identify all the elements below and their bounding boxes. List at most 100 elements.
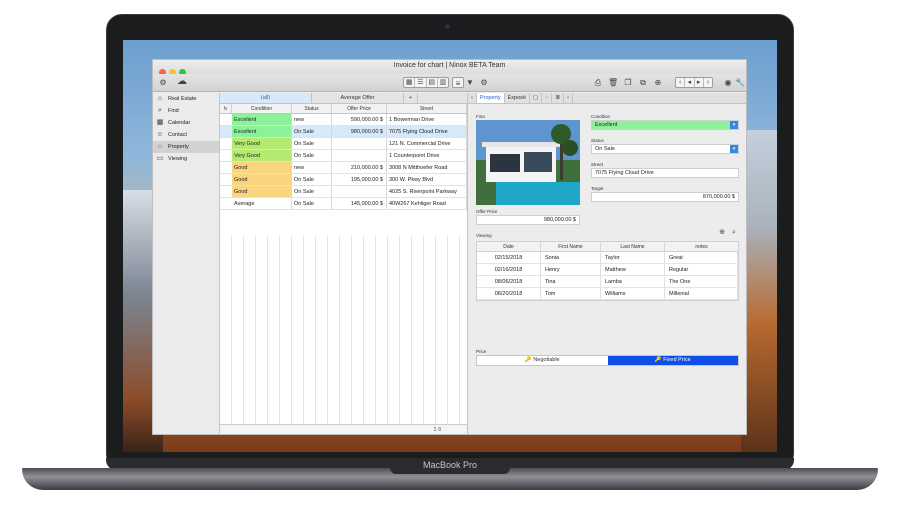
person-icon[interactable]: ◉ xyxy=(723,77,733,88)
add-icon[interactable]: ⊕ xyxy=(653,77,663,88)
sidebar-item-property[interactable]: ⌂ Property xyxy=(153,141,219,153)
column-header-date[interactable]: Date xyxy=(477,242,541,251)
notes-cell[interactable]: Millenial xyxy=(665,288,738,299)
date-cell[interactable]: 08/20/2018 xyxy=(477,288,541,299)
condition-cell[interactable]: Good xyxy=(232,174,292,185)
street-cell[interactable]: 300 W. Pkwy Blvd xyxy=(387,174,467,185)
settings-icon[interactable]: ⚙ xyxy=(157,77,169,88)
street-cell[interactable]: 1 Counterpoint Drive xyxy=(387,150,467,161)
comment-icon[interactable]: ◌ xyxy=(542,93,553,103)
refresh-icon[interactable]: ↻ xyxy=(220,104,232,113)
last-name-cell[interactable]: Taylor xyxy=(601,252,665,263)
document-icon[interactable]: ▢ xyxy=(530,93,543,103)
table-row[interactable]: 08/20/2018 Tom Williams Millenial xyxy=(477,288,738,300)
table-row[interactable]: Excellent On Sale 980,000.00 $7075 Flying … xyxy=(220,126,467,138)
offer-price-cell[interactable]: 210,000.00 $ xyxy=(332,162,387,173)
nav-last-icon[interactable]: › xyxy=(704,78,712,87)
offer-price-cell[interactable]: 590,000.00 $ xyxy=(332,114,387,125)
expand-icon[interactable]: ‹ xyxy=(564,93,573,103)
last-name-cell[interactable]: Williams xyxy=(601,288,665,299)
street-cell[interactable]: 40W267 Kehliger Road xyxy=(387,198,467,209)
first-name-cell[interactable]: Tom xyxy=(541,288,601,299)
condition-cell[interactable]: Very Good xyxy=(232,138,292,149)
status-cell[interactable]: On Sale xyxy=(292,186,332,197)
first-name-cell[interactable]: Tina xyxy=(541,276,601,287)
first-name-cell[interactable]: Henry xyxy=(541,264,601,275)
offer-price-cell[interactable]: 195,000.00 $ xyxy=(332,174,387,185)
date-cell[interactable]: 02/16/2018 xyxy=(477,264,541,275)
tab-property[interactable]: Property xyxy=(476,93,505,103)
nav-next-icon[interactable]: ▸ xyxy=(695,78,704,87)
record-navigation[interactable]: ‹ ◂ ▸ › xyxy=(675,77,713,88)
street-field[interactable]: 7075 Flying Cloud Drive xyxy=(591,168,739,178)
street-cell[interactable]: 7075 Flying Cloud Drive xyxy=(387,126,467,137)
offer-price-cell[interactable]: 145,000.00 $ xyxy=(332,198,387,209)
search-icon[interactable]: ⌕ xyxy=(730,227,738,238)
status-cell[interactable]: On Sale xyxy=(292,138,332,149)
tab-average-offer[interactable]: Average Offer xyxy=(312,93,404,103)
fixed-price-option[interactable]: 🔑 Fixed Price xyxy=(607,356,738,365)
column-header-first-name[interactable]: First Name xyxy=(541,242,601,251)
wrench-icon[interactable]: 🔧 xyxy=(735,77,745,88)
table-row[interactable]: 02/16/2018 Henry Matthew Regular xyxy=(477,264,738,276)
column-header-street[interactable]: Street xyxy=(387,104,467,113)
condition-cell[interactable]: Good xyxy=(232,186,292,197)
back-arrow-icon[interactable]: ‹ xyxy=(468,93,477,103)
date-cell[interactable]: 08/06/2018 xyxy=(477,276,541,287)
list-view-icon[interactable]: ☰ xyxy=(415,78,427,87)
street-cell[interactable]: 1 Bowerman Drive xyxy=(387,114,467,125)
sidebar-item-real-estate[interactable]: ⌂ Real Estate xyxy=(153,93,219,105)
condition-cell[interactable]: Average xyxy=(232,198,292,209)
street-cell[interactable]: 3008 N Mitthoefer Road xyxy=(387,162,467,173)
trash-icon[interactable]: 🗑 xyxy=(608,77,618,88)
table-row[interactable]: Very Good On Sale 121 N. Commercial Drive xyxy=(220,138,467,150)
form-view-icon[interactable]: ▤ xyxy=(427,78,438,87)
notes-cell[interactable]: Great xyxy=(665,252,738,263)
offer-price-field[interactable]: 980,000.00 $ xyxy=(476,215,580,225)
status-select[interactable]: On Sale ▾ xyxy=(591,144,739,154)
sidebar-item-viewing[interactable]: ▭ Viewing xyxy=(153,153,219,165)
add-viewing-icon[interactable]: ⊕ xyxy=(718,227,726,238)
sidebar-item-calendar[interactable]: ▦ Calendar xyxy=(153,117,219,129)
tab-all[interactable]: (all) xyxy=(220,93,312,103)
table-row[interactable]: Good On Sale 4025 S. Riverpoint Parkway xyxy=(220,186,467,198)
notes-cell[interactable]: Regular xyxy=(665,264,738,275)
negotiable-option[interactable]: 🔑 Negotiable xyxy=(477,356,608,365)
column-header-condition[interactable]: Condition xyxy=(232,104,292,113)
condition-cell[interactable]: Excellent xyxy=(232,126,292,137)
table-row[interactable]: 08/06/2018 Tina Lamba The One xyxy=(477,276,738,288)
column-header-status[interactable]: Status xyxy=(292,104,332,113)
add-tab-button[interactable]: + xyxy=(404,93,418,103)
status-cell[interactable]: On Sale xyxy=(292,126,332,137)
last-name-cell[interactable]: Matthew xyxy=(601,264,665,275)
offer-price-cell[interactable]: 980,000.00 $ xyxy=(332,126,387,137)
grid-view-icon[interactable]: ▦ xyxy=(404,78,416,87)
street-cell[interactable]: 121 N. Commercial Drive xyxy=(387,138,467,149)
offer-price-cell[interactable] xyxy=(332,150,387,161)
history-icon[interactable]: ≣ xyxy=(552,93,565,103)
last-name-cell[interactable]: Lamba xyxy=(601,276,665,287)
table-row[interactable]: Very Good On Sale 1 Counterpoint Drive xyxy=(220,150,467,162)
target-field[interactable]: 870,000.00 $ xyxy=(591,192,739,202)
filter-icon[interactable]: ▼ xyxy=(465,77,475,88)
status-cell[interactable]: new xyxy=(292,162,332,173)
view-switcher[interactable]: ▦ ☰ ▤ ▥ xyxy=(403,77,449,88)
date-cell[interactable]: 02/15/2018 xyxy=(477,252,541,263)
cloud-icon[interactable]: ☁ xyxy=(175,77,189,88)
status-cell[interactable]: On Sale xyxy=(292,174,332,185)
condition-cell[interactable]: Good xyxy=(232,162,292,173)
status-cell[interactable]: On Sale xyxy=(292,198,332,209)
street-cell[interactable]: 4025 S. Riverpoint Parkway xyxy=(387,186,467,197)
gear-icon[interactable]: ⚙ xyxy=(478,77,490,88)
status-cell[interactable]: new xyxy=(292,114,332,125)
nav-prev-icon[interactable]: ◂ xyxy=(685,78,695,87)
notes-cell[interactable]: The One xyxy=(665,276,738,287)
table-row[interactable]: Average On Sale 145,000.00 $40W267 Kehlige… xyxy=(220,198,467,210)
table-row[interactable]: Good new 210,000.00 $3008 N Mitthoefer Roa… xyxy=(220,162,467,174)
sidebar-item-find[interactable]: ⌕ Find xyxy=(153,105,219,117)
condition-cell[interactable]: Excellent xyxy=(232,114,292,125)
print-icon[interactable]: ⎙ xyxy=(593,77,603,88)
tab-expose[interactable]: Exposé xyxy=(505,93,530,103)
duplicate-icon[interactable]: ❐ xyxy=(623,77,633,88)
sidebar-item-contact[interactable]: ☺ Contact xyxy=(153,129,219,141)
